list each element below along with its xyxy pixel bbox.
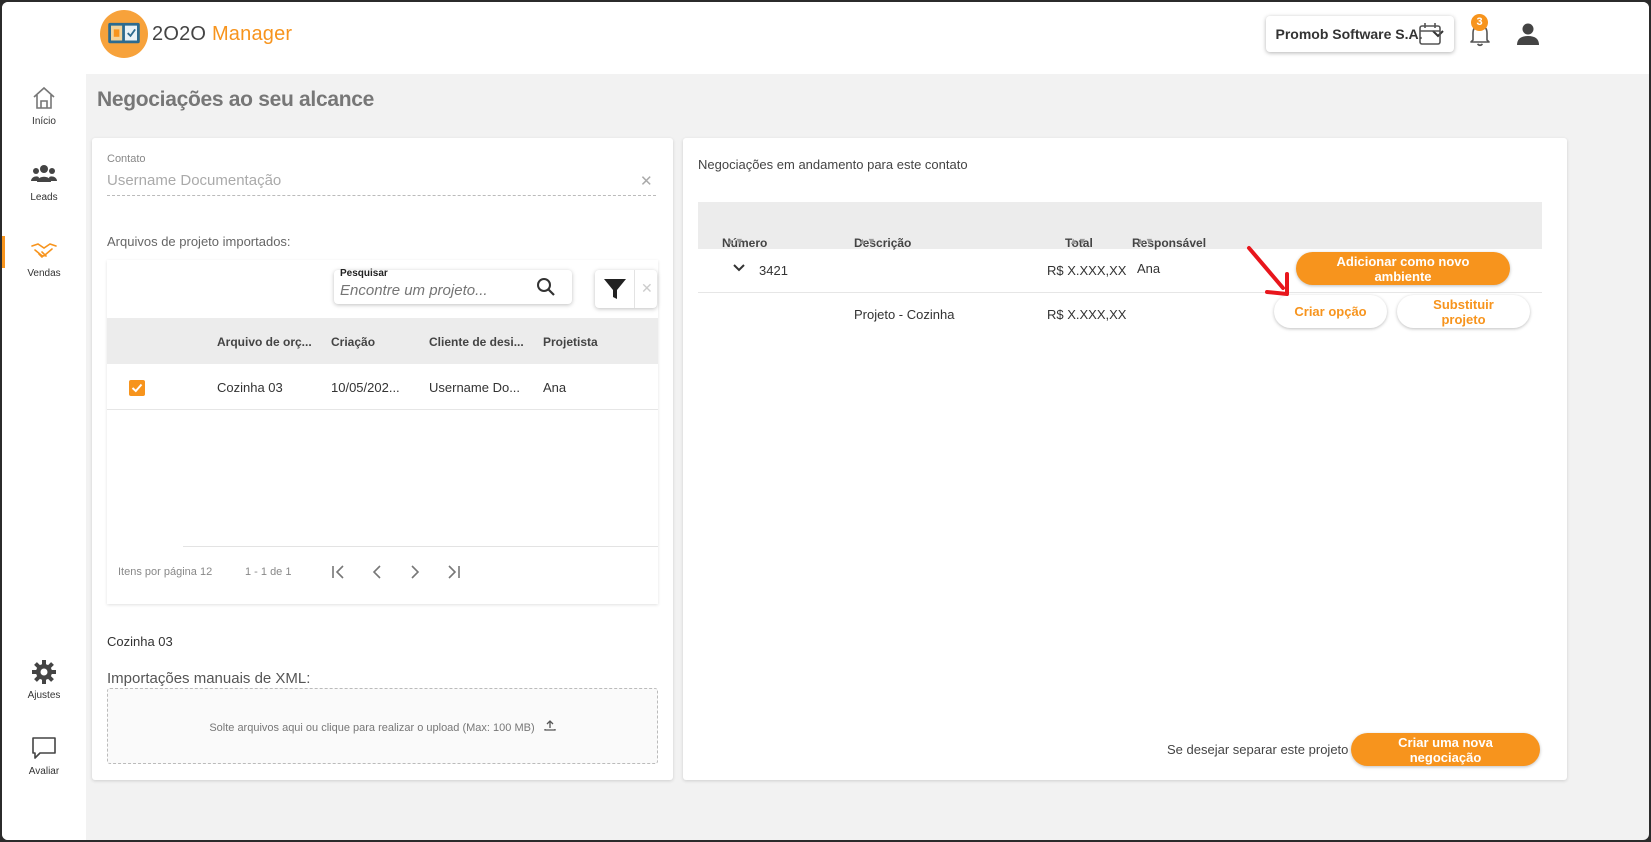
clear-contact-icon[interactable]: ✕ [640,172,653,190]
xml-import-label: Importações manuais de XML: [107,670,311,687]
upload-icon [544,720,556,734]
column-header-designer[interactable]: Projetista [543,335,598,349]
project-description: Projeto - Cozinha [854,307,955,322]
gear-icon [30,658,58,686]
calendar-icon[interactable] [1416,20,1444,48]
cell-client: Username Do... [429,380,521,395]
items-per-page[interactable]: Itens por página 12 [118,566,212,578]
xml-dropzone[interactable]: Solte arquivos aqui ou clique para reali… [107,688,658,764]
app-window: Início Leads Vendas Ajustes Avaliar 2O2O… [2,2,1649,840]
negotiations-table-header: Número ▲▼ Descrição ▲▼ Total ▲▼ Responsável… [698,202,1542,250]
sort-icon: ▲▼ [726,236,744,246]
cell-created: 10/05/202... [331,380,400,395]
contact-label: Contato [107,153,146,165]
next-page-icon[interactable] [405,562,425,582]
table-header: Arquivo de orç... Criação Cliente de des… [107,318,658,364]
project-row[interactable]: Projeto - Cozinha R$ X.XXX,XX Criar opçã… [698,293,1542,337]
imported-files-table: Pesquisar ✕ Arquivo de orç... Criação Cl… [107,260,658,604]
row-checkbox[interactable] [129,380,145,396]
sidebar-item-leads[interactable]: Leads [2,160,86,203]
negotiations-title: Negociações em andamento para este conta… [698,157,968,172]
sidebar-item-label: Leads [30,192,58,203]
selected-file-name: Cozinha 03 [107,634,173,649]
filter-icon[interactable] [603,278,627,300]
filter-divider [634,270,635,308]
chat-icon [30,734,58,762]
notification-badge: 3 [1471,14,1488,31]
column-header-created[interactable]: Criação [331,335,375,349]
table-row[interactable]: Cozinha 03 10/05/202... Username Do... A… [107,364,658,410]
logo-product: Manager [211,22,293,45]
sort-icon: ▲▼ [858,236,876,246]
users-icon [30,160,58,188]
negotiations-panel: Negociações em andamento para este conta… [683,138,1567,780]
negotiation-responsible: Ana [1137,261,1161,276]
negotiation-total: R$ X.XXX,XX [1047,263,1127,278]
search-icon[interactable] [536,277,556,297]
sidebar-item-avaliar[interactable]: Avaliar [2,734,86,777]
column-header-client[interactable]: Cliente de desi... [429,335,524,349]
user-avatar-icon[interactable] [1514,20,1542,48]
sidebar-item-ajustes[interactable]: Ajustes [2,658,86,701]
sidebar-item-label: Ajustes [27,690,61,701]
logo-text: 2O2O Manager [152,23,292,46]
paginator-divider [183,546,658,547]
sidebar-item-vendas[interactable]: Vendas [2,236,86,279]
sort-icon: ▲▼ [1069,236,1087,246]
page-title: Negociações ao seu alcance [97,88,375,111]
sort-icon: ▲▼ [1136,236,1154,246]
column-header-file[interactable]: Arquivo de orç... [217,335,312,349]
replace-project-button[interactable]: Substituir projeto [1397,295,1530,328]
company-select-value: Promob Software S.A. [1275,26,1423,42]
project-total: R$ X.XXX,XX [1047,307,1127,322]
clear-filter-icon[interactable]: ✕ [641,280,653,297]
add-new-environment-button[interactable]: Adicionar como novo ambiente [1296,252,1510,285]
page-range: 1 - 1 de 1 [245,566,292,578]
first-page-icon[interactable] [329,562,349,582]
negotiation-row[interactable]: 3421 R$ X.XXX,XX Ana Adicionar como novo… [698,249,1542,293]
annotation-arrow [1247,246,1289,296]
cell-designer: Ana [543,380,567,395]
sidebar: Início Leads Vendas Ajustes Avaliar [2,2,86,840]
home-icon [30,84,58,112]
contact-field[interactable]: Username Documentação [107,172,281,189]
top-header: 2O2O Manager Promob Software S.A. 3 [86,2,1649,74]
sidebar-item-label: Início [32,116,56,127]
search-label: Pesquisar [340,268,388,279]
expand-chevron-icon[interactable] [732,261,746,276]
separate-project-text: Se desejar separar este projeto [1167,742,1349,757]
create-new-negotiation-button[interactable]: Criar uma nova negociação [1351,733,1540,766]
sidebar-item-inicio[interactable]: Início [2,84,86,127]
cell-file: Cozinha 03 [217,380,283,395]
sidebar-item-label: Avaliar [28,766,60,777]
sidebar-item-label: Vendas [27,268,61,279]
project-import-panel: Contato Username Documentação ✕ Arquivos… [92,138,673,780]
search-input[interactable] [340,280,530,300]
previous-page-icon[interactable] [367,562,387,582]
logo-brand: 2O2O [152,22,207,45]
last-page-icon[interactable] [443,562,463,582]
project-search: Pesquisar [334,268,572,304]
contact-underline [107,195,656,196]
dropzone-text: Solte arquivos aqui ou clique para reali… [209,722,535,734]
logo-icon [100,10,148,58]
imported-files-label: Arquivos de projeto importados: [107,234,291,249]
handshake-icon [30,236,58,264]
filter-control: ✕ [595,270,657,308]
negotiation-number: 3421 [759,263,788,278]
app-logo[interactable]: 2O2O Manager [100,10,292,58]
